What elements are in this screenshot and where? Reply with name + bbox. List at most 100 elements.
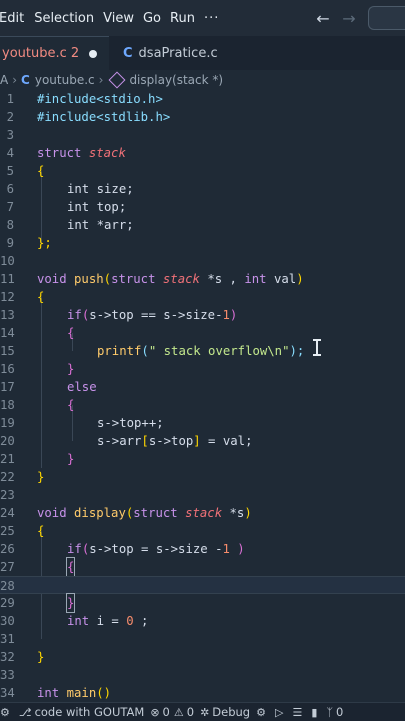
c-file-icon: C	[123, 45, 133, 61]
code-text: printf	[97, 344, 142, 358]
tab-youtube-c[interactable]: youtube.c 2	[0, 36, 109, 70]
line-number: 23	[0, 488, 15, 502]
line-number: 27	[0, 560, 15, 574]
line-number: 14	[0, 326, 15, 340]
code-line: 19 s->top++;	[0, 414, 405, 432]
menu-edit[interactable]: Edit	[0, 11, 34, 26]
code-line: 4 struct stack	[0, 144, 405, 162]
code-text: 1	[222, 542, 238, 556]
line-number: 2	[6, 110, 14, 124]
code-line: 6 int size;	[0, 180, 405, 198]
code-line: 22}	[0, 468, 405, 486]
code-text: }	[65, 593, 76, 613]
settings-gear-icon[interactable]: ⚙	[0, 706, 13, 719]
tab-dsapratice-c[interactable]: C dsaPratice.c	[109, 36, 230, 70]
code-line: 10	[0, 252, 405, 270]
code-text: {	[67, 398, 75, 412]
menu-go[interactable]: Go	[143, 11, 170, 26]
code-text: }	[67, 362, 75, 376]
code-text: *s ,	[207, 272, 245, 286]
code-line: 8 int *arr;	[0, 216, 405, 234]
menu-view[interactable]: View	[103, 11, 143, 26]
code-line: 12 {	[0, 288, 405, 306]
code-text: (	[103, 272, 112, 286]
code-text: int *arr;	[67, 218, 134, 232]
command-center-input[interactable]	[368, 6, 405, 30]
menu-selection[interactable]: Selection	[34, 11, 103, 26]
code-text: display	[74, 506, 126, 520]
branch-icon: ⎇	[18, 705, 32, 719]
line-number: 32	[0, 650, 15, 664]
problems-indicator[interactable]: ⊗ 0 ⚠ 0	[150, 705, 194, 719]
code-text: struct	[37, 146, 89, 160]
debug-button[interactable]: ✲ Debug	[200, 705, 250, 719]
menu-run[interactable]: Run	[170, 11, 204, 26]
ports-count: 0	[336, 705, 344, 719]
code-text: ()	[96, 686, 112, 700]
line-number: 1	[6, 92, 14, 106]
line-number: 4	[6, 146, 14, 160]
line-number: 3	[6, 128, 14, 142]
source-control-branch[interactable]: ⎇ code with GOUTAM	[19, 705, 144, 719]
breadcrumb-folder[interactable]: A	[0, 73, 8, 87]
code-line: 5{	[0, 162, 405, 180]
line-number: 7	[6, 200, 14, 214]
run-debug-gear-icon[interactable]: ⚙	[256, 706, 269, 719]
code-text: if	[67, 542, 82, 556]
trash-icon[interactable]: ▮	[311, 706, 320, 719]
menu-more-icon[interactable]: ···	[204, 11, 228, 26]
warning-count: 0	[186, 705, 195, 719]
code-line: 21}	[0, 450, 405, 468]
code-line: 33	[0, 666, 405, 684]
code-text: (	[141, 344, 149, 358]
code-text: struct	[111, 272, 163, 286]
code-editor[interactable]: 1 #include<stdio.h> 2 #include<stdlib.h> 3…	[0, 90, 405, 702]
breadcrumb-file[interactable]: youtube.c	[35, 73, 95, 87]
code-text: 1	[222, 308, 230, 322]
line-number: 13	[0, 308, 15, 322]
code-line: 14 {	[0, 324, 405, 342]
line-number: 11	[0, 272, 15, 286]
ports-indicator[interactable]: ᛉ0	[326, 705, 343, 719]
chevron-right-icon: ›	[98, 73, 104, 87]
code-line: 15 printf(" stack overflow\n");	[0, 342, 405, 360]
bug-icon: ✲	[200, 705, 210, 719]
list-icon[interactable]: ☰	[292, 706, 305, 719]
code-text: )	[296, 272, 304, 286]
line-number: 12	[0, 290, 15, 304]
code-text: void	[37, 272, 75, 286]
code-text: {	[65, 557, 76, 577]
run-play-icon[interactable]: ▷	[275, 706, 286, 719]
code-text: )	[229, 308, 238, 322]
code-line: 11 void push(struct stack *s , int val)	[0, 270, 405, 288]
forward-arrow-icon[interactable]: →	[336, 9, 362, 28]
code-text: main	[66, 686, 97, 700]
code-text: stack	[162, 272, 208, 286]
code-text: }	[37, 470, 45, 484]
code-text: {	[67, 326, 75, 340]
line-number: 31	[0, 632, 15, 646]
code-text: push	[74, 272, 104, 286]
code-line: 7 int top;	[0, 198, 405, 216]
line-number: 5	[6, 164, 14, 178]
line-number: 25	[0, 524, 15, 538]
back-arrow-icon[interactable]: ←	[310, 9, 336, 28]
breadcrumb: A › C youtube.c › display(stack *)	[0, 70, 405, 90]
code-line: 27 {	[0, 557, 405, 577]
code-text: stack	[88, 146, 126, 160]
line-number: 16	[0, 362, 15, 376]
code-line: 1 #include<stdio.h>	[0, 90, 405, 108]
line-number: 20	[0, 434, 15, 448]
code-text: {	[37, 290, 45, 304]
code-line: 29}	[0, 593, 405, 613]
line-number: 22	[0, 470, 15, 484]
line-number: 33	[0, 668, 15, 682]
breadcrumb-symbol[interactable]: display(stack *)	[129, 73, 223, 87]
code-line: 16}	[0, 360, 405, 378]
code-text: int	[37, 686, 67, 700]
code-line: 31	[0, 630, 405, 648]
chevron-right-icon: ›	[12, 73, 18, 87]
unsaved-dot-icon[interactable]	[89, 49, 97, 58]
line-number: 26	[0, 542, 15, 556]
code-text: )	[244, 506, 252, 520]
